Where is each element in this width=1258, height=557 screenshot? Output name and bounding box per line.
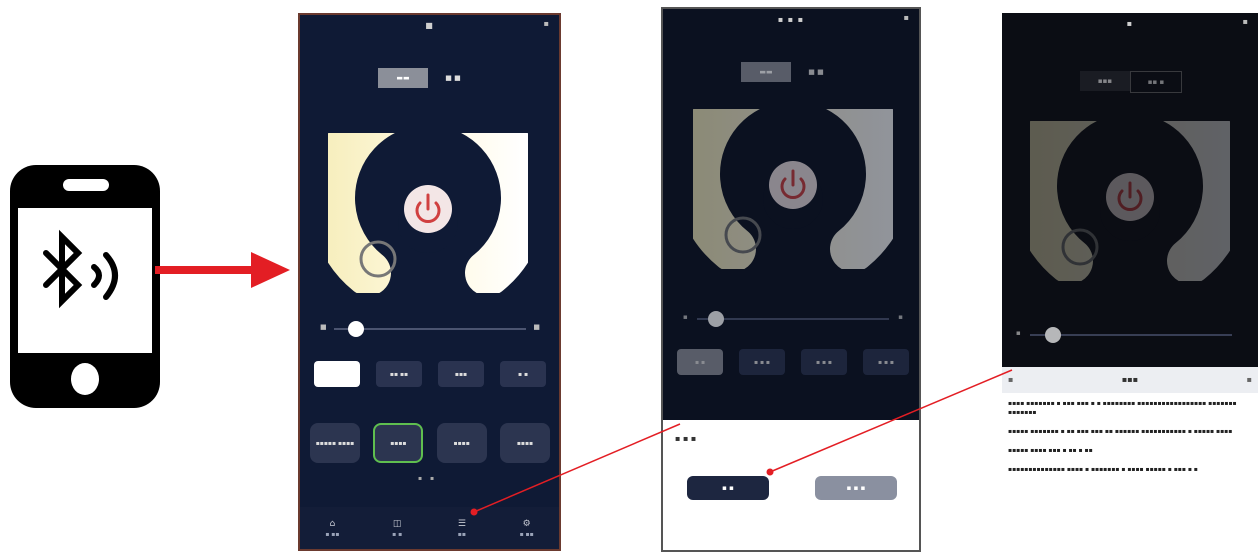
scene-button[interactable]: ▪▪▪▪ — [436, 423, 487, 463]
slider-thumb[interactable] — [707, 311, 724, 327]
confirm-dialog: ▪ ▪ ▪ ▪ ▪ ▪ ▪ ▪ — [663, 420, 919, 550]
brightness-slider[interactable]: ▪ — [1016, 327, 1246, 343]
mode-tabs: ▬▬ ■ ■ — [378, 68, 478, 88]
color-temperature-ring[interactable] — [1030, 121, 1230, 281]
mode-tabs: ▬▬ ■ ■ — [741, 62, 841, 82]
preset-button[interactable] — [314, 361, 360, 387]
sheet-header: ▪ ▪▪▪ ▪ — [1002, 367, 1258, 393]
scene-button[interactable]: ▪▪▪▪ — [499, 423, 550, 463]
nav-item-group[interactable]: ◫ ▪ ▪ — [372, 519, 422, 538]
preset-button[interactable]: ▪ ▪ — [500, 361, 546, 387]
group-icon: ◫ — [392, 518, 402, 529]
preset-row-2: ▪▪▪▪▪ ▪▪▪▪ ▪▪▪▪ ▪▪▪▪ ▪▪▪▪ — [310, 423, 550, 463]
tab-dim[interactable]: ■ ■ — [428, 68, 478, 88]
preset-button[interactable]: ▪ ▪ ▪ — [739, 349, 785, 375]
status-bar: ■ — [425, 21, 434, 30]
app-screen-main: ■ ▪ ▬▬ ■ ■ ■ ■ ▪▪ ▪▪ ▪▪▪ ▪ ▪ ▪▪▪▪▪ ▪▪▪▪ … — [298, 13, 561, 551]
scene-button-selected[interactable]: ▪▪▪▪ — [373, 423, 424, 463]
status-icon: ▪ — [903, 13, 909, 22]
preset-button[interactable]: ▪ ▪ — [677, 349, 723, 375]
preset-button[interactable]: ▪ ▪ ▪ — [801, 349, 847, 375]
color-temperature-ring[interactable] — [693, 109, 893, 269]
nav-item-list[interactable]: ☰ ▪▪ — [437, 519, 487, 538]
bottom-nav: ⌂ ▪ ▪▪ ◫ ▪ ▪ ☰ ▪▪ ⚙ ▪ ▪▪ — [300, 507, 559, 549]
info-paragraph: ▪▪▪▪▪▪▪▪▪▪▪▪▪▪ ▪▪▪▪ ▪ ▪▪▪▪▪▪▪ ▪ ▪▪▪▪ ▪▪▪… — [1008, 466, 1198, 473]
color-temperature-ring[interactable] — [328, 133, 528, 293]
preset-button[interactable]: ▪ ▪ ▪ — [863, 349, 909, 375]
app-screen-info: ▪ ▪ ▪▪▪ ▪▪ ▪ ▪ ▪ ▪▪▪ ▪ ▪▪▪▪ ▪▪▪▪▪▪▪ ▪ ▪▪… — [1002, 13, 1258, 551]
dialog-title: ▪ ▪ ▪ — [675, 434, 697, 443]
slider-thumb[interactable] — [1044, 327, 1061, 343]
sheet-title: ▪▪▪ — [1121, 375, 1139, 384]
brightness-slider[interactable]: ▪ ▪ — [683, 311, 903, 327]
info-paragraph: ▪▪▪▪▪ ▪▪▪▪ ▪▪▪ ▪ ▪▪ ▪ ▪▪ — [1008, 447, 1093, 454]
brightness-slider[interactable]: ■ ■ — [320, 321, 540, 337]
page-dots: ▪ ▪ — [418, 475, 438, 482]
scene-button[interactable]: ▪▪▪▪▪ ▪▪▪▪ — [310, 423, 360, 463]
tutorial-figure: ■ ▪ ▬▬ ■ ■ ■ ■ ▪▪ ▪▪ ▪▪▪ ▪ ▪ ▪▪▪▪▪ ▪▪▪▪ … — [0, 0, 1258, 557]
preset-row-1: ▪▪ ▪▪ ▪▪▪ ▪ ▪ — [314, 361, 546, 387]
preset-row-1: ▪ ▪ ▪ ▪ ▪ ▪ ▪ ▪ ▪ ▪ ▪ — [677, 349, 909, 375]
close-icon[interactable]: ▪ — [1247, 367, 1252, 393]
slider-thumb[interactable] — [348, 321, 365, 337]
info-paragraph: ▪▪▪▪ ▪▪▪▪▪▪▪ ▪ ▪▪▪ ▪▪▪ ▪ ▪ ▪▪▪▪▪▪▪▪ ▪▪▪▪… — [1008, 400, 1237, 416]
list-icon: ☰ — [457, 518, 466, 529]
status-bar: ▪ ▪ ▪ — [777, 15, 805, 24]
mode-tabs: ▪▪▪ ▪▪ ▪ — [1080, 71, 1182, 93]
status-bar: ▪ — [1126, 19, 1134, 28]
tab-dim[interactable]: ▪▪ ▪ — [1130, 71, 1182, 93]
tab-cct[interactable]: ▬▬ — [378, 68, 428, 88]
gear-icon: ⚙ — [522, 518, 531, 529]
confirm-button[interactable]: ▪ ▪ — [687, 476, 769, 500]
bluetooth-phone-icon — [10, 165, 160, 408]
preset-button[interactable]: ▪▪ ▪▪ — [376, 361, 422, 387]
tab-cct[interactable]: ▬▬ — [741, 62, 791, 82]
nav-item-home[interactable]: ⌂ ▪ ▪▪ — [307, 519, 357, 538]
nav-item-settings[interactable]: ⚙ ▪ ▪▪ — [502, 519, 552, 538]
app-screen-dialog: ▪ ▪ ▪ ▪ ▬▬ ■ ■ ▪ ▪ ▪ ▪ ▪ ▪ ▪ ▪ ▪ ▪ ▪ ▪ ▪… — [661, 7, 921, 552]
preset-button[interactable]: ▪▪▪ — [438, 361, 484, 387]
tab-dim[interactable]: ■ ■ — [791, 62, 841, 82]
home-icon: ⌂ — [329, 518, 336, 529]
status-icon: ▪ — [1242, 17, 1248, 26]
status-icon: ▪ — [543, 19, 549, 28]
back-icon[interactable]: ▪ — [1008, 367, 1013, 393]
sheet-body: ▪▪▪▪ ▪▪▪▪▪▪▪ ▪ ▪▪▪ ▪▪▪ ▪ ▪ ▪▪▪▪▪▪▪▪ ▪▪▪▪… — [1002, 393, 1258, 490]
red-arrow-icon — [155, 252, 290, 288]
info-paragraph: ▪▪▪▪▪ ▪▪▪▪▪▪▪ ▪ ▪▪ ▪▪▪ ▪▪▪ ▪▪ ▪▪▪▪▪▪ ▪▪▪… — [1008, 428, 1233, 435]
tab-cct[interactable]: ▪▪▪ — [1080, 71, 1130, 91]
info-sheet: ▪ ▪▪▪ ▪ ▪▪▪▪ ▪▪▪▪▪▪▪ ▪ ▪▪▪ ▪▪▪ ▪ ▪ ▪▪▪▪▪… — [1002, 367, 1258, 551]
cancel-button[interactable]: ▪ ▪ ▪ — [815, 476, 897, 500]
